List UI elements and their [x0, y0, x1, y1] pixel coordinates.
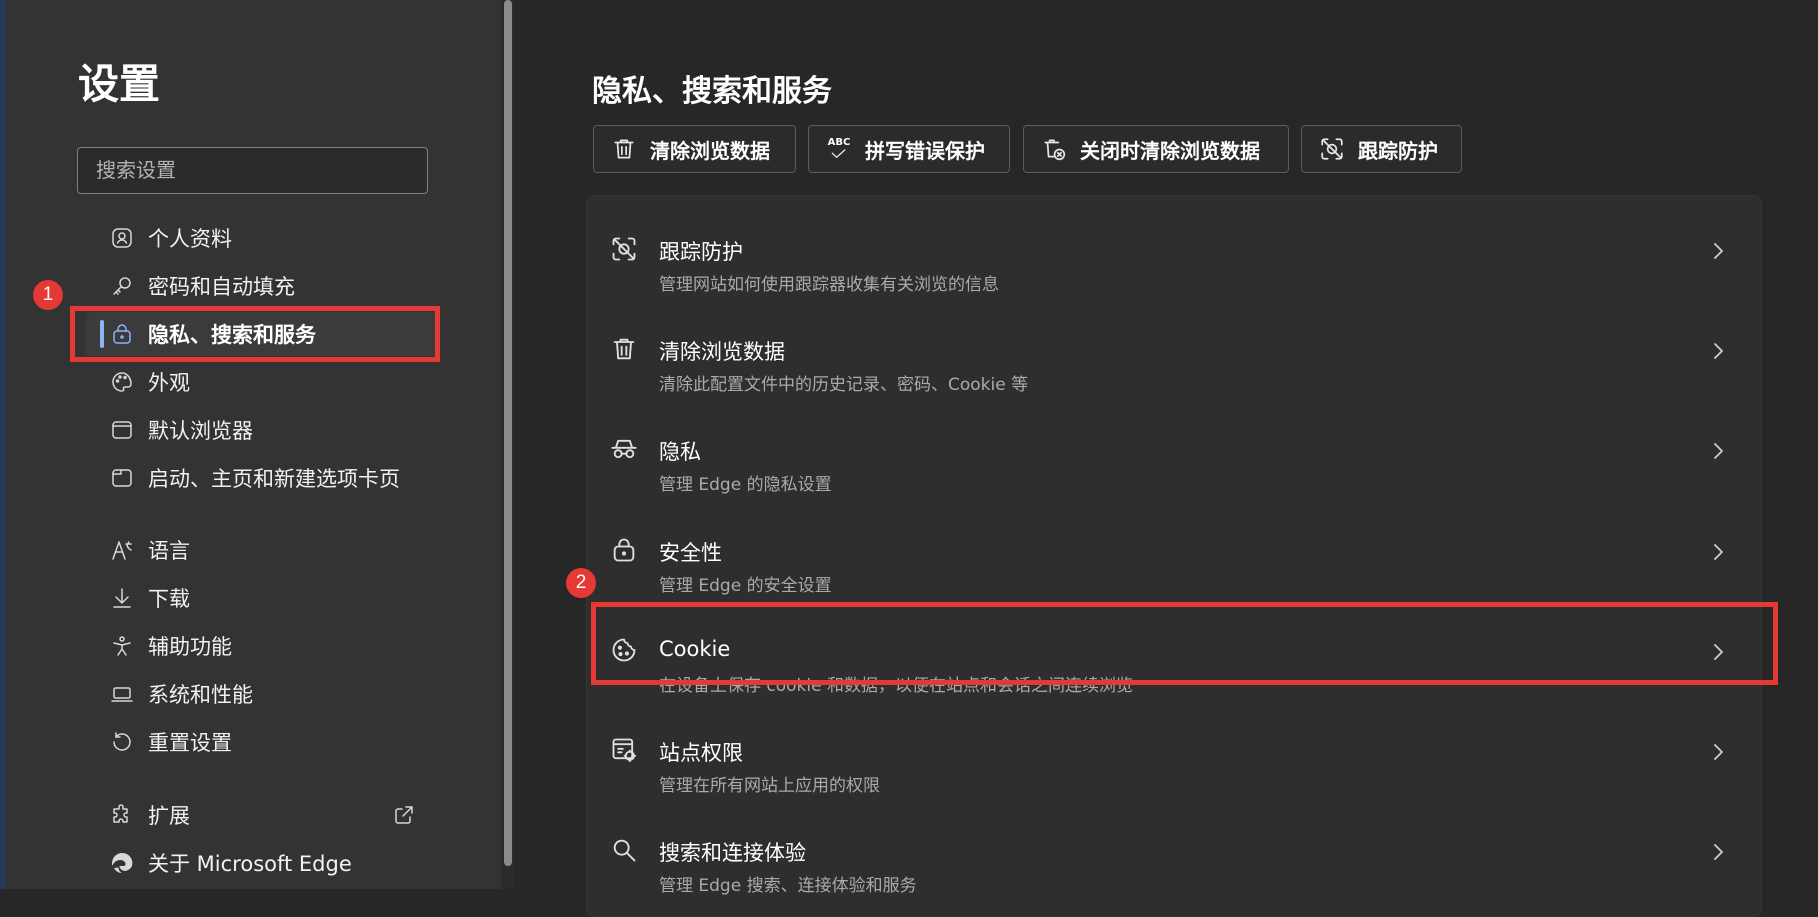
sidebar-item-system-performance[interactable]: 系统和性能: [109, 674, 253, 714]
page-title: 隐私、搜索和服务: [592, 74, 832, 109]
sidebar-item-accessibility[interactable]: 辅助功能: [109, 626, 232, 666]
accessibility-icon: [109, 633, 135, 659]
profile-icon: [109, 225, 135, 251]
reset-icon: [109, 729, 135, 755]
tab-page-icon: [109, 465, 135, 491]
sidebar: 设置 搜索设置 个人资料 密码和自动填充 隐私、搜索和服务 外观 默认浏览器 启…: [6, 0, 501, 889]
chevron-right-icon: [1706, 239, 1730, 263]
tracking-prevention-icon: [610, 235, 638, 263]
lock-icon: [610, 536, 638, 564]
sidebar-item-label: 个人资料: [148, 227, 232, 251]
spellcheck-icon-text: ABC: [827, 137, 851, 148]
key-icon: [109, 273, 135, 299]
search-icon: [610, 836, 638, 864]
button-label: 拼写错误保护: [865, 138, 985, 163]
browser-window-icon: [109, 417, 135, 443]
chevron-right-icon: [1706, 339, 1730, 363]
row-title: 隐私: [659, 440, 701, 464]
trash-icon: [610, 335, 638, 363]
row-site-permissions[interactable]: 站点权限 管理在所有网站上应用的权限: [586, 710, 1760, 810]
extension-icon: [109, 802, 135, 828]
row-description: 管理网站如何使用跟踪器收集有关浏览的信息: [659, 275, 999, 295]
laptop-icon: [109, 681, 135, 707]
step-badge-1: 1: [33, 280, 63, 310]
sidebar-item-label: 启动、主页和新建选项卡页: [148, 467, 400, 491]
sidebar-item-label: 外观: [148, 371, 190, 395]
clear-on-close-button[interactable]: 关闭时清除浏览数据: [1023, 125, 1289, 173]
search-input[interactable]: 搜索设置: [77, 147, 428, 194]
row-clear-browsing-data[interactable]: 清除浏览数据 清除此配置文件中的历史记录、密码、Cookie 等: [586, 309, 1760, 409]
button-label: 关闭时清除浏览数据: [1080, 138, 1260, 163]
sidebar-item-about[interactable]: 关于 Microsoft Edge: [109, 843, 352, 883]
highlight-box-privacy: [70, 306, 440, 362]
typo-protection-button[interactable]: ABC 拼写错误保护: [808, 125, 1010, 173]
sidebar-item-passwords[interactable]: 密码和自动填充: [109, 266, 295, 306]
sidebar-item-label: 重置设置: [148, 731, 232, 755]
chevron-right-icon: [1706, 740, 1730, 764]
sidebar-item-label: 下载: [148, 587, 190, 611]
sidebar-item-label: 密码和自动填充: [148, 275, 295, 299]
row-description: 清除此配置文件中的历史记录、密码、Cookie 等: [659, 375, 1029, 395]
spellcheck-icon: ABC: [825, 135, 853, 163]
clear-browsing-data-button[interactable]: 清除浏览数据: [593, 125, 796, 173]
button-label: 清除浏览数据: [650, 138, 770, 163]
sidebar-item-label: 语言: [148, 539, 190, 563]
highlight-box-cookies: [591, 602, 1778, 685]
row-description: 管理在所有网站上应用的权限: [659, 776, 880, 796]
trash-clear-icon: [1040, 135, 1068, 163]
row-description: 管理 Edge 的隐私设置: [659, 475, 832, 495]
sidebar-item-reset[interactable]: 重置设置: [109, 722, 232, 762]
sidebar-item-downloads[interactable]: 下载: [109, 578, 190, 618]
sidebar-item-label: 系统和性能: [148, 683, 253, 707]
scrollbar-thumb[interactable]: [504, 0, 512, 866]
chevron-right-icon: [1706, 439, 1730, 463]
trash-icon: [610, 135, 638, 163]
button-label: 跟踪防护: [1358, 138, 1438, 163]
chevron-right-icon: [1706, 540, 1730, 564]
sidebar-item-label: 关于 Microsoft Edge: [148, 852, 352, 876]
sidebar-item-language[interactable]: 语言: [109, 530, 190, 570]
row-title: 安全性: [659, 541, 722, 565]
step-badge-2: 2: [566, 568, 596, 598]
palette-icon: [109, 369, 135, 395]
site-permissions-icon: [610, 736, 638, 764]
row-tracking-prevention[interactable]: 跟踪防护 管理网站如何使用跟踪器收集有关浏览的信息: [586, 209, 1760, 309]
sidebar-item-start-home-newtab[interactable]: 启动、主页和新建选项卡页: [109, 458, 400, 498]
sidebar-item-label: 辅助功能: [148, 635, 232, 659]
row-search-connected-experiences[interactable]: 搜索和连接体验 管理 Edge 搜索、连接体验和服务: [586, 810, 1760, 910]
sidebar-item-profile[interactable]: 个人资料: [109, 218, 232, 258]
edge-logo-icon: [109, 850, 135, 876]
external-link-icon[interactable]: [392, 803, 416, 827]
row-title: 清除浏览数据: [659, 340, 785, 364]
sidebar-item-label: 默认浏览器: [148, 419, 253, 443]
sidebar-title: 设置: [78, 60, 160, 108]
sidebar-item-appearance[interactable]: 外观: [109, 362, 190, 402]
tracking-prevention-icon: [1318, 135, 1346, 163]
chevron-right-icon: [1706, 840, 1730, 864]
row-title: 站点权限: [659, 741, 743, 765]
row-title: 搜索和连接体验: [659, 841, 806, 865]
sidebar-scrollbar[interactable]: [501, 0, 514, 889]
sidebar-item-label: 扩展: [148, 804, 190, 828]
language-icon: [109, 537, 135, 563]
tracking-prevention-button[interactable]: 跟踪防护: [1301, 125, 1462, 173]
row-description: 管理 Edge 的安全设置: [659, 576, 832, 596]
incognito-glasses-icon: [610, 435, 638, 463]
row-privacy[interactable]: 隐私 管理 Edge 的隐私设置: [586, 409, 1760, 509]
sidebar-item-default-browser[interactable]: 默认浏览器: [109, 410, 253, 450]
sidebar-item-extensions[interactable]: 扩展: [109, 795, 190, 835]
row-security[interactable]: 安全性 管理 Edge 的安全设置: [586, 510, 1760, 610]
download-icon: [109, 585, 135, 611]
row-description: 管理 Edge 搜索、连接体验和服务: [659, 876, 917, 896]
row-title: 跟踪防护: [659, 240, 743, 264]
